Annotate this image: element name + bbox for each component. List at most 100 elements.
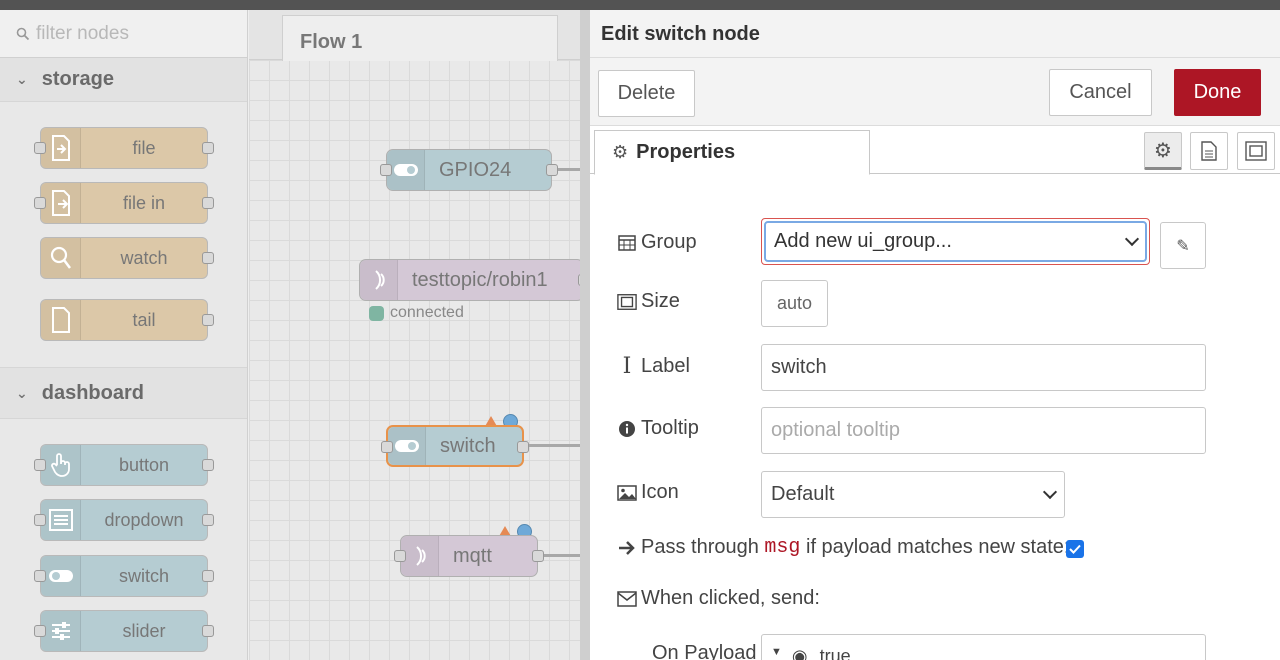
text-cursor-icon: I: [622, 354, 632, 379]
tooltip-label: Tooltip: [617, 417, 699, 440]
envelope-icon: [617, 590, 637, 607]
palette-node-file[interactable]: file: [34, 127, 214, 169]
input-port: [34, 197, 46, 209]
output-port: [517, 441, 529, 453]
caret-down-icon: ▼: [771, 646, 782, 658]
tab-properties[interactable]: ⚙ Properties: [594, 130, 870, 175]
category-dashboard[interactable]: ⌄ dashboard: [0, 367, 247, 419]
frame-icon: [617, 293, 637, 311]
node-label: switch: [440, 434, 496, 457]
size-label: Size: [617, 290, 680, 313]
flow-workspace[interactable]: Flow 1 GPIO24 testtopic/robin1 connected…: [249, 10, 590, 660]
on-payload-label: On Payload: [652, 642, 757, 660]
output-port: [202, 570, 214, 582]
group-select[interactable]: Add new ui_group...: [761, 218, 1150, 265]
file-in-icon: [41, 183, 81, 223]
node-label: file: [132, 137, 156, 158]
input-port: [34, 570, 46, 582]
filter-nodes-input[interactable]: filter nodes: [0, 10, 247, 58]
label-text: On Payload: [652, 642, 757, 660]
node-status: connected: [369, 304, 464, 322]
wire[interactable]: [538, 554, 584, 557]
tab-appearance[interactable]: [1237, 132, 1275, 170]
size-button[interactable]: auto: [761, 280, 828, 327]
input-port: [381, 441, 393, 453]
category-label: dashboard: [41, 381, 144, 404]
input-port: [34, 459, 46, 471]
magnifier-icon: [41, 238, 81, 278]
info-icon: [617, 420, 637, 438]
group-select-value: Add new ui_group...: [774, 230, 952, 252]
label-input[interactable]: switch: [761, 344, 1206, 391]
edit-group-button[interactable]: ✎: [1160, 222, 1206, 269]
tray-title: Edit switch node: [590, 10, 1280, 58]
node-palette: filter nodes ⌄ storage file file in watc…: [0, 10, 248, 660]
palette-node-button[interactable]: button: [34, 444, 214, 486]
table-icon: [617, 234, 637, 251]
on-payload-input[interactable]: ▼ ◉ true: [761, 634, 1206, 660]
label-label: I Label: [617, 354, 690, 379]
output-port: [546, 164, 558, 176]
category-storage[interactable]: ⌄ storage: [0, 58, 247, 102]
on-payload-value: true: [819, 646, 851, 660]
tab-flow-1[interactable]: Flow 1: [282, 15, 558, 61]
checkmark-icon: [1069, 544, 1081, 554]
toggle-icon: [41, 556, 81, 596]
category-label: storage: [41, 68, 114, 90]
output-port: [202, 459, 214, 471]
wire[interactable]: [524, 444, 584, 447]
node-label: tail: [132, 309, 156, 330]
tab-node-properties[interactable]: ⚙: [1144, 132, 1182, 170]
editor-tabs: ⚙ Properties ⚙: [590, 126, 1280, 175]
filter-placeholder: filter nodes: [36, 22, 129, 44]
sliders-icon: [41, 611, 81, 651]
output-port: [202, 514, 214, 526]
flow-node-mqtt-in[interactable]: testtopic/robin1: [359, 259, 590, 301]
palette-node-switch[interactable]: switch: [34, 555, 214, 597]
output-port: [202, 142, 214, 154]
chevron-down-icon: ⌄: [16, 71, 28, 87]
search-icon: [16, 27, 30, 40]
flow-node-gpio24[interactable]: GPIO24: [380, 149, 558, 191]
label-text: Size: [641, 290, 680, 312]
input-port: [394, 550, 406, 562]
input-port: [380, 164, 392, 176]
tray-body: ⚙ Properties ⚙ Group Add new ui_group...: [590, 126, 1280, 660]
pass-through-label: Pass through msg if payload matches new …: [617, 536, 1069, 559]
icon-select-value: Default: [771, 483, 835, 505]
tab-description[interactable]: [1190, 132, 1228, 170]
when-clicked-label: When clicked, send:: [617, 587, 820, 610]
palette-node-dropdown[interactable]: dropdown: [34, 499, 214, 541]
output-port: [202, 625, 214, 637]
palette-node-tail[interactable]: tail: [40, 299, 214, 341]
icon-select[interactable]: Default: [761, 471, 1065, 518]
output-port: [202, 197, 214, 209]
node-label: switch: [118, 565, 169, 586]
pencil-icon: ✎: [1176, 237, 1190, 255]
palette-node-file-in[interactable]: file in: [34, 182, 214, 224]
palette-node-slider[interactable]: slider: [34, 610, 214, 652]
chevron-down-icon: [1124, 231, 1140, 247]
arrow-right-icon: [617, 540, 637, 556]
done-button[interactable]: Done: [1174, 69, 1261, 116]
radio-icon: ◉: [791, 646, 808, 660]
output-port: [532, 550, 544, 562]
output-port: [202, 314, 214, 326]
status-text: connected: [390, 304, 464, 321]
file-icon: [41, 128, 81, 168]
radio-waves-icon: [360, 260, 398, 300]
flow-node-switch[interactable]: switch: [381, 425, 529, 467]
delete-button[interactable]: Delete: [598, 70, 695, 117]
pass-through-checkbox[interactable]: [1066, 540, 1084, 558]
tooltip-input[interactable]: optional tooltip: [761, 407, 1206, 454]
node-label: slider: [122, 620, 166, 641]
tray-toolbar: Delete Cancel Done: [590, 58, 1280, 126]
gear-icon: ⚙: [1154, 139, 1172, 162]
cancel-button[interactable]: Cancel: [1049, 69, 1152, 116]
group-label: Group: [617, 231, 697, 254]
toggle-icon: [387, 150, 425, 190]
palette-node-watch[interactable]: watch: [40, 237, 214, 279]
label-text: When clicked, send:: [641, 587, 820, 609]
label-text: Tooltip: [641, 417, 699, 439]
flow-node-mqtt-out[interactable]: mqtt: [394, 535, 544, 577]
